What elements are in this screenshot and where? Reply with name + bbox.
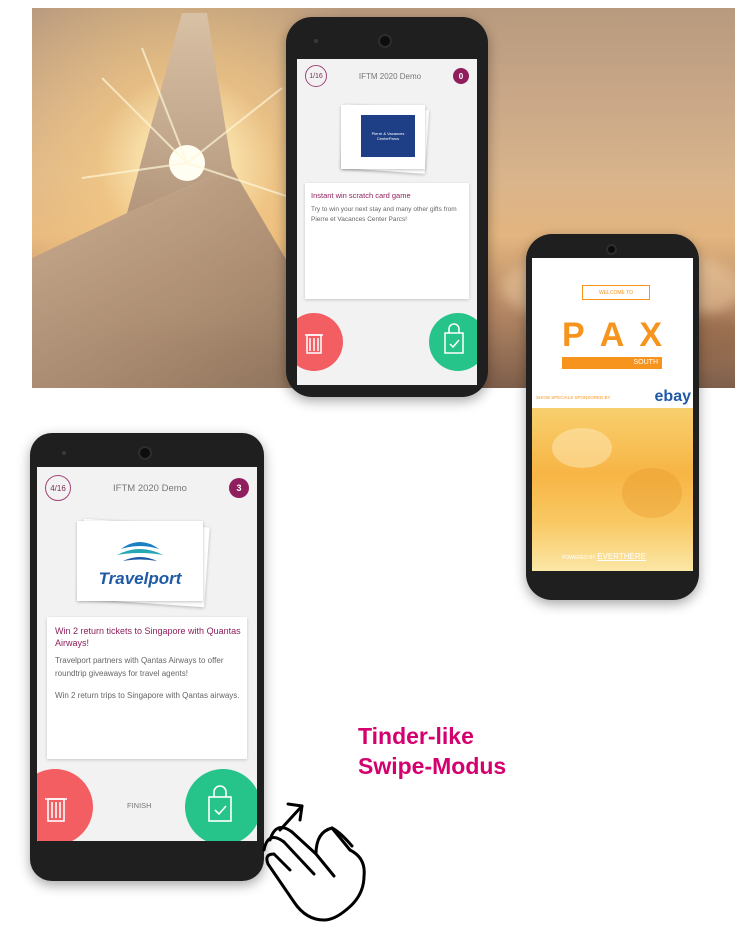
progress-counter: 1/16 (305, 65, 327, 87)
score-badge: 3 (229, 478, 249, 498)
phone-pax-south: WELCOME TO P A X SOUTH SHOW SPECIALS SPO… (526, 234, 699, 600)
sponsor-logo-card: Pierre & Vacances CenterParcs (340, 104, 430, 174)
powered-by: POWERED BY EVERTHERE (562, 552, 646, 561)
offer-description: Try to win your next stay and many other… (311, 206, 457, 223)
shopping-bag-check-icon (208, 785, 232, 822)
trash-icon (305, 334, 323, 354)
offer-card[interactable]: Win 2 return tickets to Singapore with Q… (47, 617, 247, 759)
sponsor-logo-card: Travelport (77, 518, 210, 608)
phone-screen: 4/16 IFTM 2020 Demo 3 Travelport Win 2 r… (37, 467, 257, 841)
accept-button[interactable] (185, 769, 257, 841)
app-title: IFTM 2020 Demo (358, 71, 422, 81)
swipe-mode-caption: Tinder-like Swipe-Modus (358, 723, 507, 779)
finish-button[interactable]: FINISH (127, 801, 152, 810)
travelport-logo (117, 542, 163, 561)
phone-scratch-card: 1/16 IFTM 2020 Demo 0 Pierre & Vacances … (286, 17, 488, 397)
sponsor-line: SHOW SPECIALS SPONSORED BY ebay (536, 388, 691, 405)
reject-button[interactable] (297, 313, 343, 371)
ebay-logo: ebay (654, 388, 691, 405)
app-title: IFTM 2020 Demo (113, 482, 187, 494)
offer-card[interactable]: Instant win scratch card game Try to win… (305, 183, 469, 299)
shopping-bag-check-icon (444, 323, 464, 354)
crowd-photo: POWERED BY EVERTHERE (532, 408, 693, 571)
progress-counter: 4/16 (45, 475, 71, 501)
trash-icon (45, 798, 67, 822)
phone-screen: WELCOME TO P A X SOUTH SHOW SPECIALS SPO… (532, 258, 693, 571)
offer-description: Travelport partners with Qantas Airways … (55, 656, 240, 700)
accept-button[interactable] (429, 313, 477, 371)
score-badge: 0 (453, 68, 469, 84)
welcome-label: WELCOME TO (582, 285, 650, 300)
phone-travelport: 4/16 IFTM 2020 Demo 3 Travelport Win 2 r… (30, 433, 264, 881)
pierre-vacances-logo: Pierre & Vacances CenterParcs (361, 115, 415, 157)
offer-title: Win 2 return tickets to Singapore with Q… (55, 626, 241, 649)
phone-screen: 1/16 IFTM 2020 Demo 0 Pierre & Vacances … (297, 59, 477, 385)
pax-logo: P A X (562, 316, 662, 354)
offer-title: Instant win scratch card game (311, 191, 411, 200)
travelport-wordmark: Travelport (98, 569, 182, 588)
south-label: SOUTH (562, 357, 662, 369)
reject-button[interactable] (37, 769, 93, 841)
swipe-hand-icon (262, 802, 366, 922)
